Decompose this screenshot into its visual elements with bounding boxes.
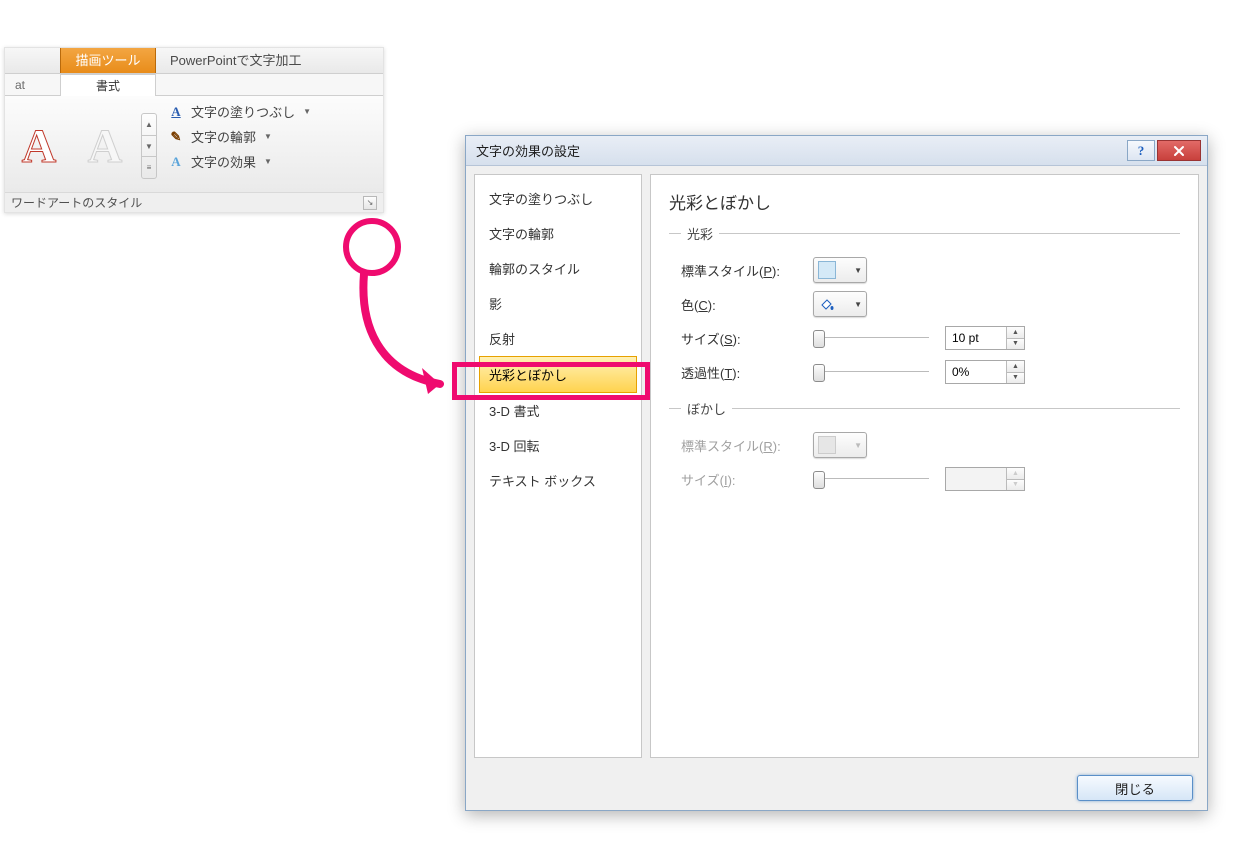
dialog-launcher-icon[interactable]: ↘ — [363, 196, 377, 210]
glow-transparency-slider[interactable] — [813, 362, 933, 382]
text-effects-icon: A — [167, 153, 185, 171]
blur-size-slider[interactable] — [813, 469, 933, 489]
text-fill-button[interactable]: A 文字の塗りつぶし ▼ — [167, 102, 311, 121]
glow-size-label: サイズ(S): — [681, 329, 801, 348]
blur-legend: ぼかし — [681, 399, 732, 418]
blur-section: ぼかし 標準スタイル(R): ▼ サイズ(I): — [669, 399, 1180, 500]
chevron-down-icon: ▼ — [264, 132, 272, 141]
chevron-down-icon: ▼ — [303, 107, 311, 116]
tab-format[interactable]: 書式 — [60, 74, 156, 96]
chevron-down-icon: ▼ — [854, 300, 862, 309]
gallery-more-icon[interactable]: ≡ — [142, 157, 156, 178]
glow-legend: 光彩 — [681, 224, 719, 243]
text-fill-icon: A — [167, 103, 185, 121]
ribbon-tabstrip: 描画ツール PowerPointで文字加工 — [5, 48, 383, 74]
ribbon-fragment: 描画ツール PowerPointで文字加工 書式 at A A ▲ ▼ ≡ A … — [4, 47, 384, 213]
group-caption-text: ワードアートのスタイル — [11, 196, 142, 210]
gallery-scroll-controls[interactable]: ▲ ▼ ≡ — [141, 113, 157, 179]
chevron-down-icon: ▼ — [264, 157, 272, 166]
paint-bucket-icon — [818, 295, 836, 313]
text-effects-button[interactable]: A 文字の効果 ▼ — [167, 152, 311, 171]
chevron-up-icon[interactable]: ▲ — [1007, 327, 1024, 339]
category-3d-rotation[interactable]: 3-D 回転 — [479, 428, 637, 463]
document-title: PowerPointで文字加工 — [156, 48, 383, 73]
ribbon-group-caption: ワードアートのスタイル ↘ — [5, 192, 383, 212]
glow-size-slider[interactable] — [813, 328, 933, 348]
chevron-down-icon: ▼ — [854, 441, 862, 450]
blur-preset-label: 標準スタイル(R): — [681, 436, 801, 455]
category-outline-style[interactable]: 輪郭のスタイル — [479, 251, 637, 286]
text-outline-label: 文字の輪郭 — [191, 127, 256, 146]
help-button[interactable]: ? — [1127, 140, 1155, 161]
chevron-down-icon: ▼ — [854, 266, 862, 275]
blur-size-input — [946, 468, 1006, 490]
text-outline-button[interactable]: ✎ 文字の輪郭 ▼ — [167, 127, 311, 146]
glow-color-label: 色(C): — [681, 295, 801, 314]
wordart-preset-2[interactable]: A — [75, 113, 135, 179]
annotation-circle — [343, 218, 401, 276]
text-outline-icon: ✎ — [167, 128, 185, 146]
chevron-down-icon[interactable]: ▼ — [1007, 339, 1024, 350]
glow-preset-swatch-icon — [818, 261, 836, 279]
wordart-gallery[interactable]: A A ▲ ▼ ≡ — [5, 96, 163, 192]
category-text-outline[interactable]: 文字の輪郭 — [479, 216, 637, 251]
dialog-title: 文字の効果の設定 — [476, 141, 1125, 160]
glow-section: 光彩 標準スタイル(P): ▼ 色(C): ▼ — [669, 224, 1180, 393]
chevron-up-icon[interactable]: ▲ — [142, 114, 156, 136]
chevron-up-icon: ▲ — [1007, 468, 1024, 480]
blur-preset-swatch-icon — [818, 436, 836, 454]
close-icon — [1173, 145, 1185, 157]
glow-preset-dropdown[interactable]: ▼ — [813, 257, 867, 283]
ribbon-group-wordart-styles: A A ▲ ▼ ≡ A 文字の塗りつぶし ▼ ✎ 文字の輪郭 ▼ A 文字の効果 — [5, 96, 383, 192]
blur-size-label: サイズ(I): — [681, 470, 801, 489]
chevron-down-icon: ▼ — [1007, 480, 1024, 491]
category-3d-format[interactable]: 3-D 書式 — [479, 393, 637, 428]
category-text-fill[interactable]: 文字の塗りつぶし — [479, 181, 637, 216]
chevron-down-icon[interactable]: ▼ — [142, 136, 156, 158]
chevron-up-icon[interactable]: ▲ — [1007, 361, 1024, 373]
glow-transparency-spinner[interactable]: ▲▼ — [945, 360, 1025, 384]
category-glow-soft-edges[interactable]: 光彩とぼかし — [479, 356, 637, 393]
glow-color-dropdown[interactable]: ▼ — [813, 291, 867, 317]
category-shadow[interactable]: 影 — [479, 286, 637, 321]
text-fill-label: 文字の塗りつぶし — [191, 102, 295, 121]
tab-fragment-at[interactable]: at — [15, 78, 25, 92]
glow-size-input[interactable] — [946, 327, 1006, 349]
text-effects-dialog: 文字の効果の設定 ? 文字の塗りつぶし 文字の輪郭 輪郭のスタイル 影 反射 光… — [465, 135, 1208, 811]
category-list: 文字の塗りつぶし 文字の輪郭 輪郭のスタイル 影 反射 光彩とぼかし 3-D 書… — [474, 174, 642, 758]
glow-transparency-input[interactable] — [946, 361, 1006, 383]
detail-pane: 光彩とぼかし 光彩 標準スタイル(P): ▼ 色(C): — [650, 174, 1199, 758]
blur-preset-dropdown[interactable]: ▼ — [813, 432, 867, 458]
dialog-footer: 閉じる — [466, 766, 1207, 810]
glow-transparency-label: 透過性(T): — [681, 363, 801, 382]
wordart-preset-1[interactable]: A — [9, 113, 69, 179]
close-button[interactable]: 閉じる — [1077, 775, 1193, 801]
dialog-titlebar[interactable]: 文字の効果の設定 ? — [466, 136, 1207, 166]
context-tab-drawing-tools[interactable]: 描画ツール — [60, 48, 156, 73]
pane-heading: 光彩とぼかし — [669, 189, 1180, 214]
chevron-down-icon[interactable]: ▼ — [1007, 373, 1024, 384]
window-close-button[interactable] — [1157, 140, 1201, 161]
blur-size-spinner: ▲▼ — [945, 467, 1025, 491]
glow-size-spinner[interactable]: ▲▼ — [945, 326, 1025, 350]
category-text-box[interactable]: テキスト ボックス — [479, 463, 637, 498]
glow-preset-label: 標準スタイル(P): — [681, 261, 801, 280]
category-reflection[interactable]: 反射 — [479, 321, 637, 356]
text-effects-label: 文字の効果 — [191, 152, 256, 171]
annotation-arrow-icon — [346, 272, 466, 402]
